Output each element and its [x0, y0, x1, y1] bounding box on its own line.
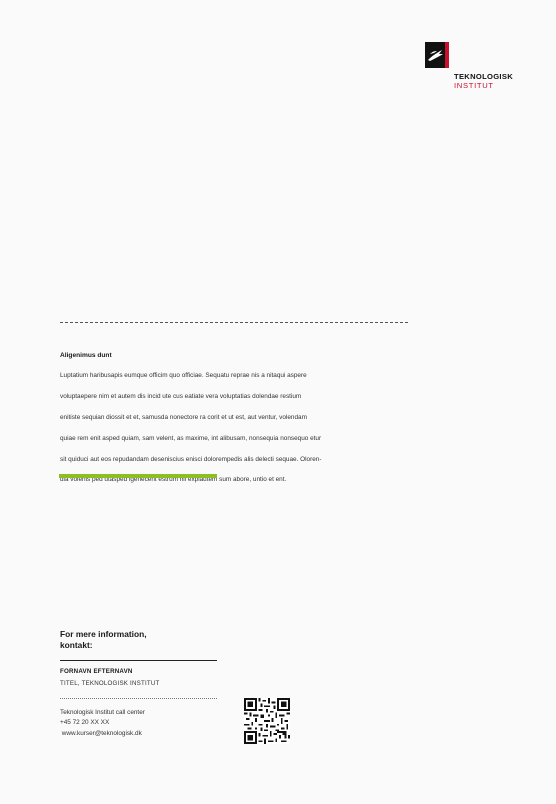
contact-heading: For mere information, kontakt: — [60, 629, 147, 650]
dotted-divider — [60, 698, 217, 699]
qr-code-icon[interactable] — [244, 698, 290, 744]
section-line: voluptaepere nim et autem dis incid ute … — [60, 393, 302, 401]
contact-name: FORNAVN EFTERNAVN — [60, 668, 133, 675]
section-heading: Aligenimus dunt — [60, 352, 112, 359]
contact-details: Teknologisk Institut call center +45 72 … — [60, 708, 230, 739]
text-section: Aligenimus dunt Luptatium haribusapis eu… — [60, 352, 412, 486]
phone-number: +45 72 20 XX XX — [60, 719, 110, 727]
dashed-divider — [60, 322, 408, 323]
section-line: Luptatium haribusapis eumque officim quo… — [60, 372, 307, 380]
logo-subtitle: INSTITUT — [454, 81, 494, 90]
teknologisk-bird-icon — [425, 42, 449, 68]
section-line: quiae rem enit asped quiam, sam velent, … — [60, 434, 322, 442]
document-page: TEKNOLOGISK INSTITUT Aligenimus dunt Lup… — [0, 0, 556, 804]
email-link[interactable]: www.kurser@teknologisk.dk — [60, 729, 230, 739]
contact-title: TITEL, TEKNOLOGISK INSTITUT — [60, 680, 160, 687]
section-line: sit quiduci aut eos repudandam desenisci… — [60, 455, 322, 463]
section-body: Luptatium haribusapis eumque officim quo… — [60, 361, 412, 486]
callcenter-label: Teknologisk Institut call center — [60, 709, 145, 716]
logo-name: TEKNOLOGISK — [454, 72, 513, 81]
contact-divider — [60, 660, 217, 661]
section-line: enitiste sequian diossit et et, samusda … — [60, 414, 307, 422]
accent-bar — [59, 474, 217, 478]
